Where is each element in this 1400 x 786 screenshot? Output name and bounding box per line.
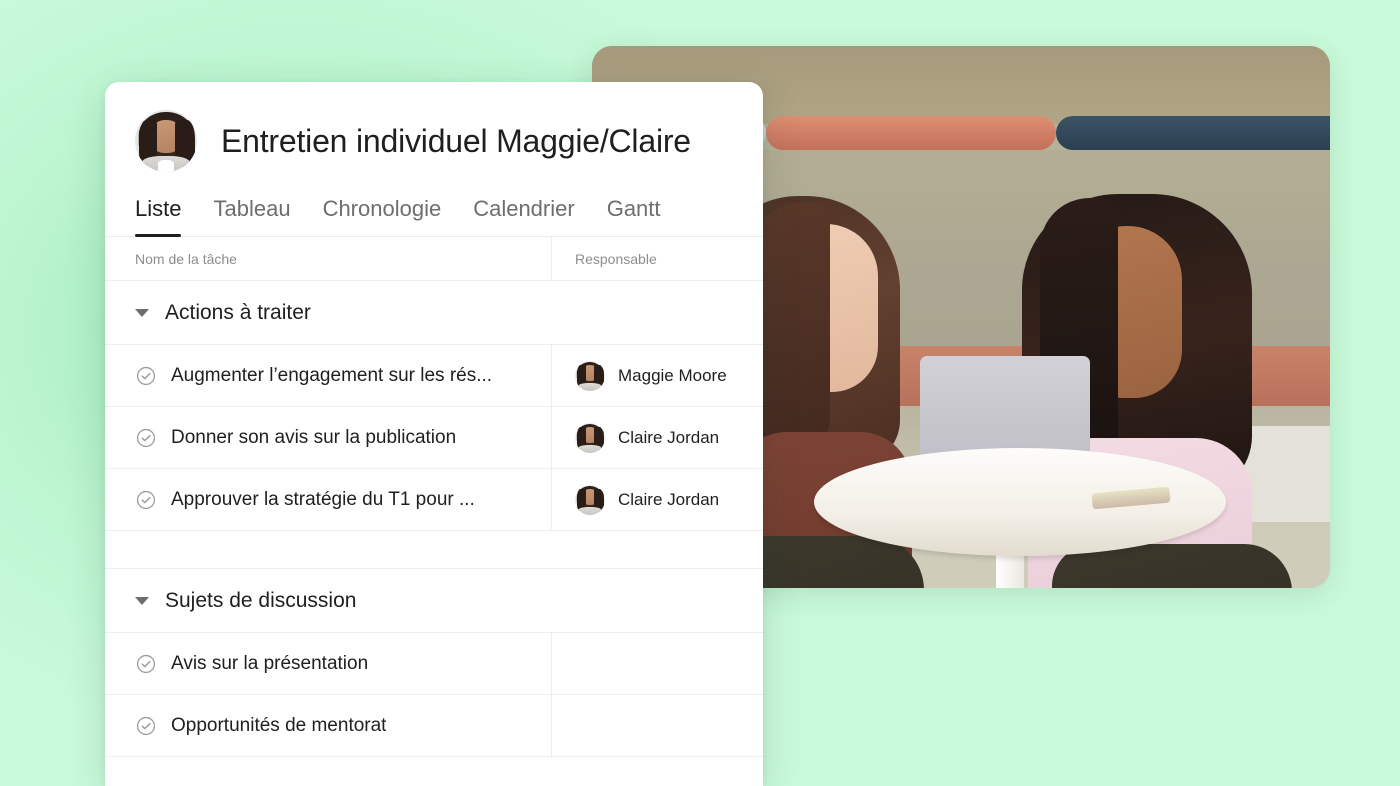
task-owner-cell[interactable]: [552, 695, 763, 756]
tab-gantt[interactable]: Gantt: [607, 196, 661, 236]
task-name-cell[interactable]: Avis sur la présentation: [105, 633, 552, 694]
tab-liste[interactable]: Liste: [135, 196, 182, 237]
column-header-owner[interactable]: Responsable: [552, 237, 763, 281]
group-title: Sujets de discussion: [165, 588, 357, 612]
tab-chronologie[interactable]: Chronologie: [323, 196, 442, 236]
avatar-body: [578, 444, 602, 453]
view-tabs: Liste Tableau Chronologie Calendrier Gan…: [105, 196, 763, 237]
group-header-actions[interactable]: Actions à traiter: [105, 281, 763, 345]
bolster-terracotta: [766, 116, 1056, 150]
table-tail: [105, 757, 763, 786]
chevron-down-icon[interactable]: [135, 308, 149, 317]
page-title: Entretien individuel Maggie/Claire: [221, 122, 691, 159]
table-row[interactable]: Avis sur la présentation: [105, 633, 763, 695]
title-row: Entretien individuel Maggie/Claire: [135, 110, 733, 172]
check-circle-icon[interactable]: [135, 427, 157, 449]
task-name-cell[interactable]: Approuver la stratégie du T1 pour ...: [105, 469, 552, 530]
tab-calendrier[interactable]: Calendrier: [473, 196, 575, 236]
task-owner-cell[interactable]: Claire Jordan: [552, 469, 763, 530]
table-row[interactable]: Donner son avis sur la publication Clair…: [105, 407, 763, 469]
avatar-body: [578, 506, 602, 515]
owner-name: Claire Jordan: [618, 489, 720, 509]
task-owner-cell[interactable]: [552, 633, 763, 694]
owner-name: Maggie Moore: [618, 365, 727, 385]
owner-name: Claire Jordan: [618, 427, 720, 447]
check-circle-icon[interactable]: [135, 653, 157, 675]
avatar-body: [578, 382, 602, 391]
task-owner-cell[interactable]: Claire Jordan: [552, 407, 763, 468]
project-owner-avatar: [135, 110, 197, 172]
column-header-task-name[interactable]: Nom de la tâche: [105, 236, 552, 281]
group-spacer: [105, 531, 763, 569]
avatar: [575, 422, 605, 453]
check-circle-icon[interactable]: [135, 365, 157, 387]
check-circle-icon[interactable]: [135, 715, 157, 737]
task-name: Opportunités de mentorat: [171, 714, 387, 736]
avatar: [575, 484, 605, 515]
project-card: Entretien individuel Maggie/Claire Liste…: [105, 82, 763, 786]
task-owner-cell[interactable]: Maggie Moore: [552, 345, 763, 406]
task-name: Avis sur la présentation: [171, 652, 369, 674]
chevron-down-icon[interactable]: [135, 596, 149, 605]
task-name-cell[interactable]: Donner son avis sur la publication: [105, 407, 552, 468]
task-name: Augmenter l’engagement sur les rés...: [171, 364, 493, 386]
task-name-cell[interactable]: Opportunités de mentorat: [105, 695, 552, 756]
tab-tableau[interactable]: Tableau: [213, 196, 290, 236]
task-name: Donner son avis sur la publication: [171, 426, 457, 448]
avatar: [575, 360, 605, 391]
task-table: Nom de la tâche Responsable Actions à tr…: [105, 236, 763, 786]
table-row[interactable]: Opportunités de mentorat: [105, 695, 763, 757]
check-circle-icon[interactable]: [135, 489, 157, 511]
group-header-sujets[interactable]: Sujets de discussion: [105, 569, 763, 633]
bolster-navy: [1056, 116, 1330, 150]
task-name-cell[interactable]: Augmenter l’engagement sur les rés...: [105, 345, 552, 406]
card-header: Entretien individuel Maggie/Claire: [105, 82, 763, 172]
avatar-collar: [157, 159, 175, 172]
group-title: Actions à traiter: [165, 300, 311, 324]
table-row[interactable]: Augmenter l’engagement sur les rés... Ma…: [105, 345, 763, 407]
table-header-row: Nom de la tâche Responsable: [105, 236, 763, 281]
task-name: Approuver la stratégie du T1 pour ...: [171, 488, 475, 510]
table-row[interactable]: Approuver la stratégie du T1 pour ... Cl…: [105, 469, 763, 531]
